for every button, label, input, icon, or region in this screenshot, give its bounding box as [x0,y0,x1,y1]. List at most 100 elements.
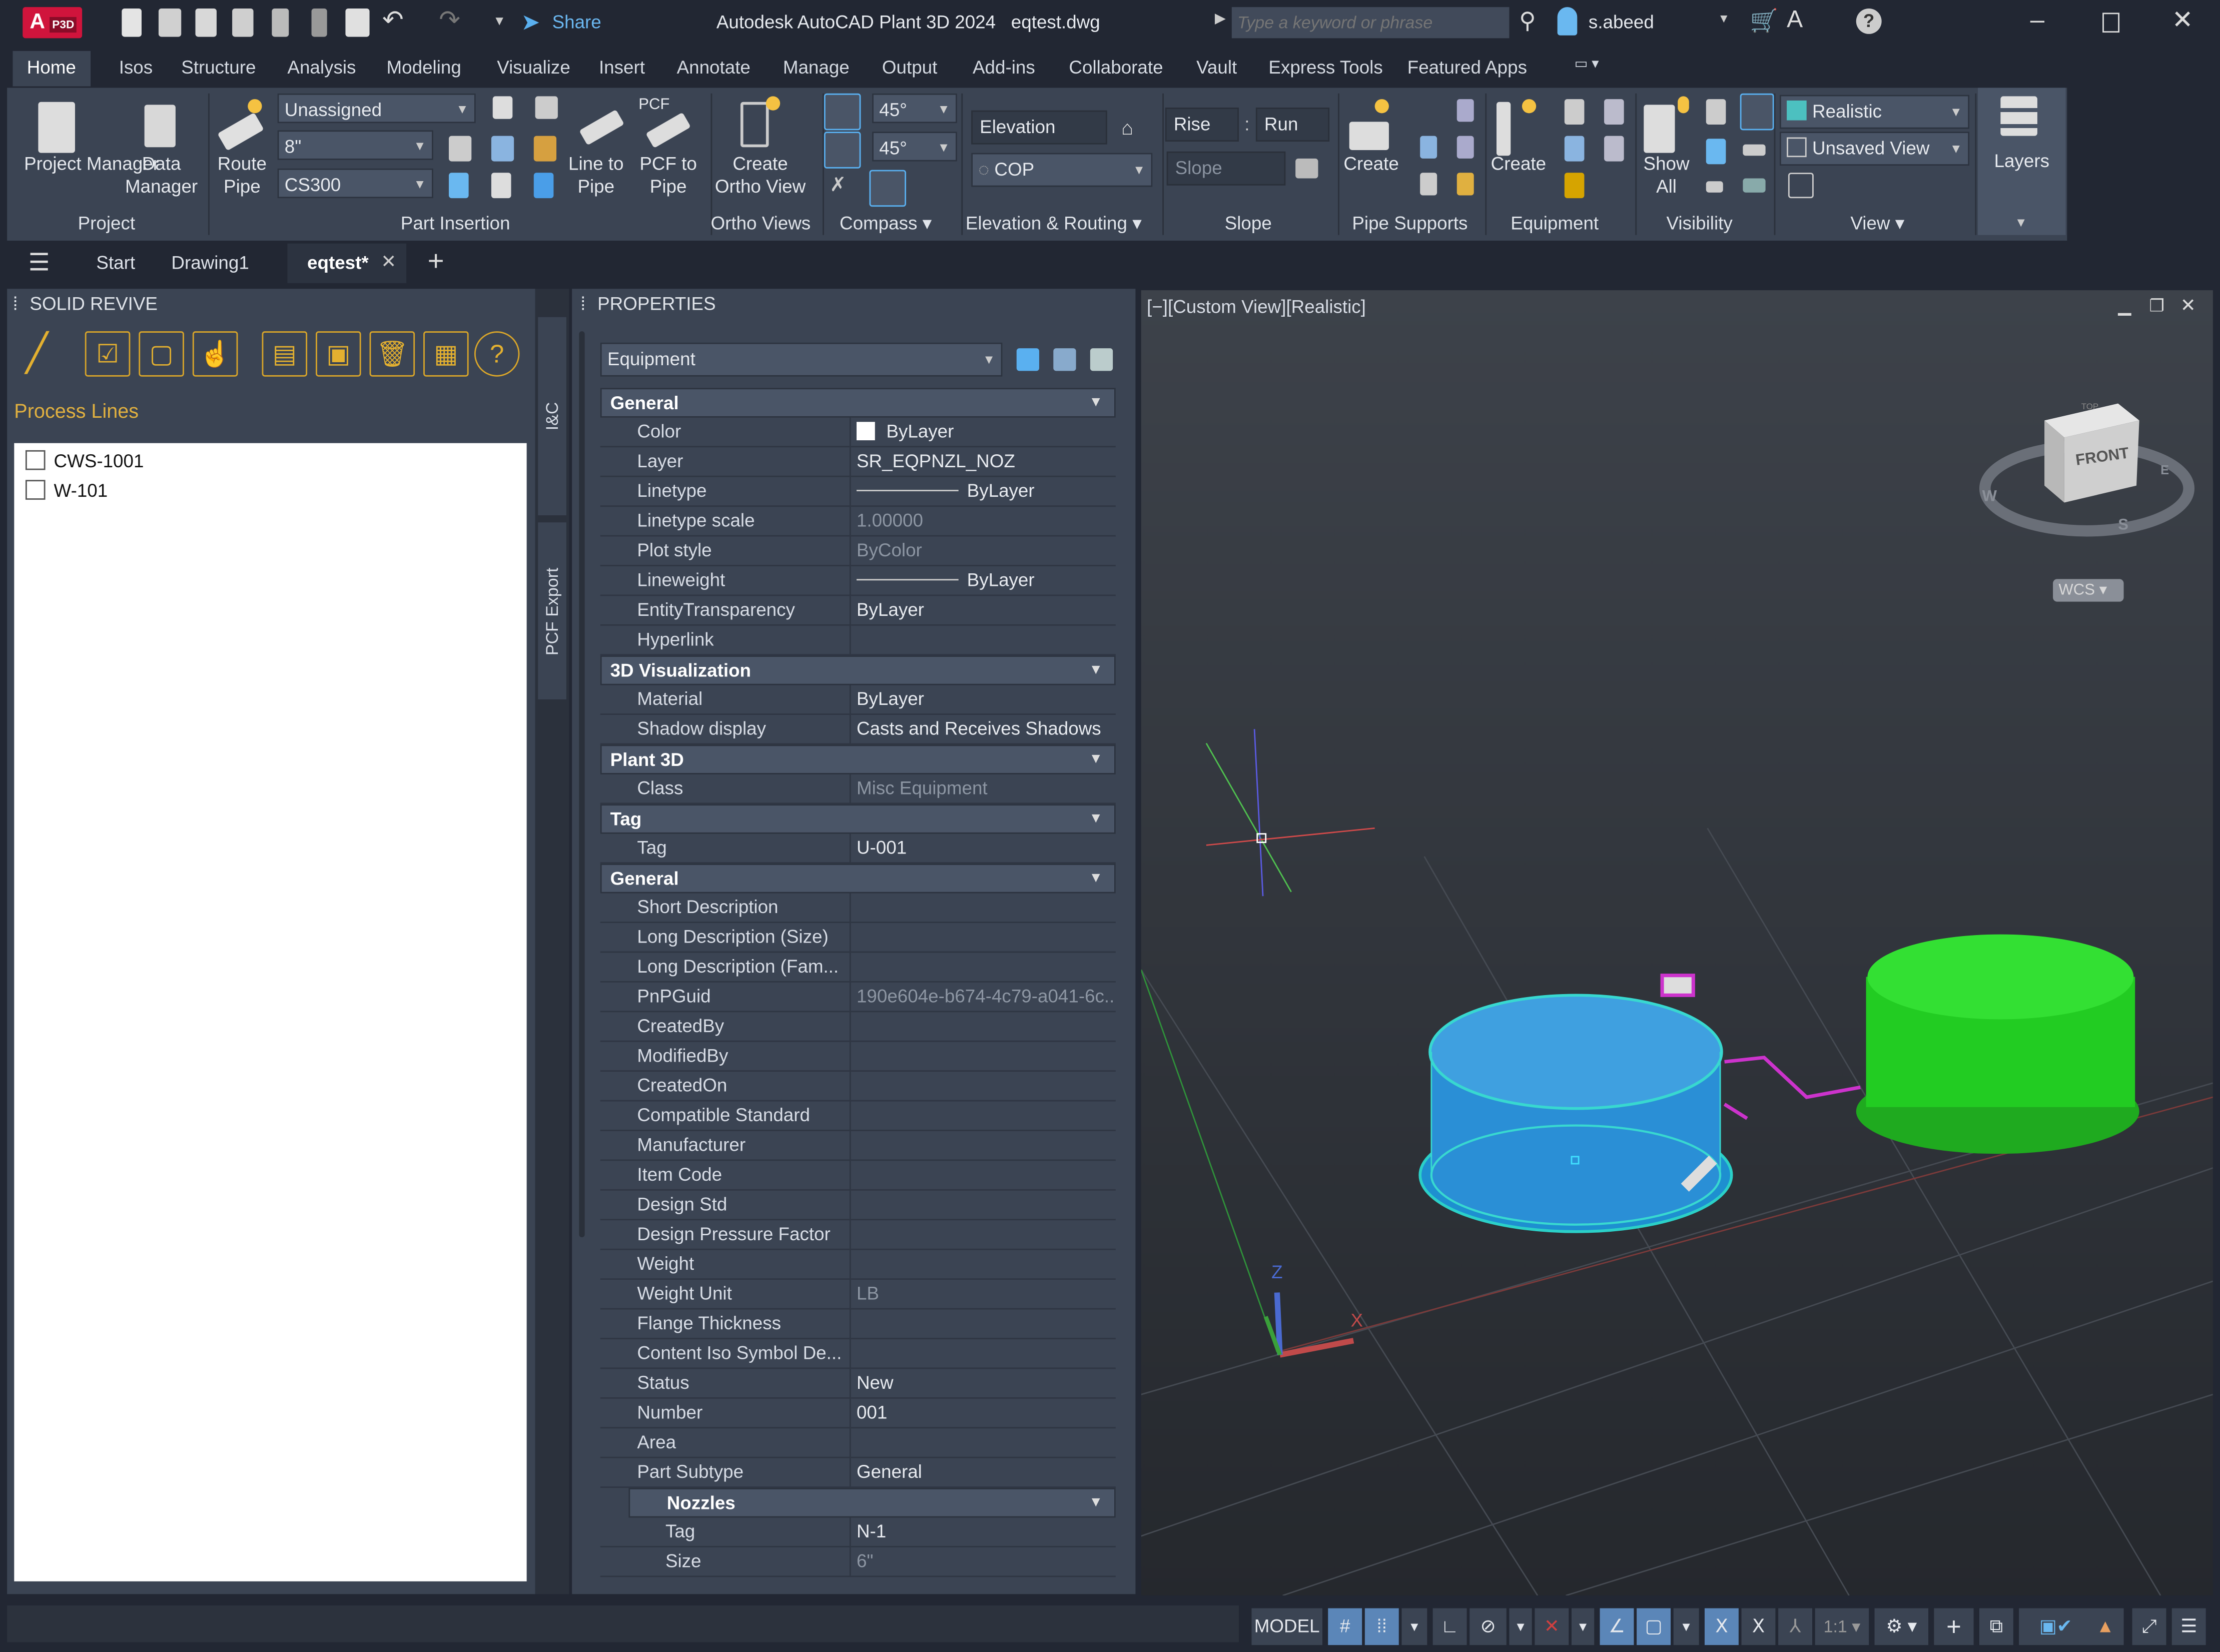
tab-output[interactable]: Output [882,57,937,78]
viewport-config-icon[interactable] [1788,173,1814,199]
property-row[interactable]: Shadow display Casts and Receives Shadows [600,714,1116,745]
customize-qat-icon[interactable]: ▾ [495,12,503,30]
performance-icon[interactable]: ▲ [2086,1608,2124,1645]
select-objects-icon[interactable] [1053,348,1076,371]
property-row[interactable]: Weight Unit LB [600,1280,1116,1310]
create-ortho-view-button[interactable]: Create Ortho View [711,153,810,199]
named-view-dropdown[interactable]: Unsaved View ▼ [1779,132,1970,166]
property-value[interactable] [849,893,1116,922]
property-value[interactable] [849,1072,1116,1100]
compass-toggle-icon[interactable] [824,93,861,131]
open-file-icon[interactable] [158,8,182,37]
property-row[interactable]: Flange Thickness [600,1309,1116,1339]
save-icon[interactable] [195,8,217,37]
equipment-tool-icon[interactable]: ▣ [316,331,361,377]
isodraft-icon[interactable]: ✕ [1535,1608,1569,1645]
property-row[interactable]: Manufacturer [600,1131,1116,1161]
property-row[interactable]: CreatedBy [600,1012,1116,1042]
compass-east[interactable]: E [2160,463,2169,477]
property-value[interactable] [849,1250,1116,1279]
list-item[interactable]: CWS-1001 [25,450,144,471]
draw-line-icon[interactable]: ╱ [14,331,60,377]
polar-dropdown-icon[interactable]: ▼ [1509,1608,1532,1645]
property-row[interactable]: Design Pressure Factor [600,1220,1116,1250]
close-tab-icon[interactable]: ✕ [381,251,396,273]
redo-icon[interactable]: ↷ [439,6,460,35]
help-icon[interactable]: ? [474,331,520,377]
property-category[interactable]: 3D Visualization ▼ [600,655,1116,685]
property-row[interactable]: Part Subtype General [600,1458,1116,1488]
property-value[interactable]: Misc Equipment [849,774,1116,803]
expand-search-icon[interactable]: ▶ [1215,12,1226,27]
property-row[interactable]: Size 6" [600,1547,1116,1577]
line-to-pipe-button[interactable]: Line to Pipe [568,153,624,199]
property-value[interactable]: ByLayer [849,477,1116,506]
down-icon[interactable] [449,173,469,199]
modify-equipment-icon[interactable] [1564,99,1585,125]
unhide-icon[interactable] [1743,144,1766,156]
box-icon[interactable]: ▢ [139,331,184,377]
tag-icon[interactable] [492,96,513,119]
property-value[interactable]: 190e604e-b674-4c79-a041-6c... [849,982,1116,1011]
tab-visualize[interactable]: Visualize [497,57,570,78]
detach-equipment-icon[interactable] [1604,136,1624,162]
property-row[interactable]: Short Description [600,893,1116,923]
bend-icon[interactable] [533,173,554,199]
ribbon-minimize-icon[interactable]: ▭ ▾ [1575,57,1599,72]
tab-eqtest[interactable]: eqtest* ✕ [287,243,407,283]
tab-analysis[interactable]: Analysis [287,57,356,78]
support-tool-icon[interactable] [1420,136,1437,159]
minimize-button[interactable]: – [2030,6,2044,35]
property-value[interactable]: N-1 [849,1517,1116,1546]
tab-collaborate[interactable]: Collaborate [1069,57,1163,78]
property-value[interactable] [849,1131,1116,1160]
property-row[interactable]: Layer SR_EQPNZL_NOZ [600,447,1116,477]
tab-home[interactable]: Home [13,51,91,87]
project-manager-button[interactable]: Project Manager [24,153,159,176]
tab-pcf-export[interactable]: PCF Export [538,522,566,699]
tab-add-ins[interactable]: Add-ins [973,57,1035,78]
data-manager-button[interactable]: Data Manager [123,153,200,199]
rise-input[interactable]: Rise [1165,108,1239,142]
plot-icon[interactable] [345,8,370,37]
save-as-icon[interactable] [232,8,254,37]
property-row[interactable]: ModifiedBy [600,1042,1116,1072]
isolate-icon[interactable] [1706,99,1726,125]
compass-display-icon[interactable] [869,170,907,207]
data-sync-icon[interactable]: ▣✔ [2019,1608,2093,1645]
tab-vault[interactable]: Vault [1196,57,1237,78]
panel-label-compass[interactable]: Compass ▾ [840,212,932,235]
search-icon[interactable]: ⚲ [1519,7,1536,36]
visual-style-dropdown[interactable]: Realistic ▼ [1779,95,1970,129]
property-row[interactable]: Hyperlink [600,625,1116,656]
visibility-tool-icon[interactable] [1743,178,1766,193]
property-row[interactable]: CreatedOn [600,1072,1116,1102]
property-value[interactable] [849,625,1116,654]
cop-dropdown[interactable]: ◌ COP ▼ [971,153,1153,187]
lock-support-icon[interactable] [1456,173,1474,196]
help-icon[interactable]: ? [1856,8,1882,34]
property-category[interactable]: Tag ▼ [600,804,1116,834]
property-value[interactable]: LB [849,1280,1116,1308]
compass-south[interactable]: S [2118,517,2128,534]
property-row[interactable]: Color ByLayer [600,417,1116,448]
property-value[interactable]: ByLayer [849,596,1116,624]
compass-snap-icon[interactable] [824,132,861,169]
percent-slope-icon[interactable] [449,136,472,162]
property-value[interactable] [849,1012,1116,1041]
auto-scale-icon[interactable]: Ⅹ [1741,1608,1776,1645]
property-category[interactable]: General ▼ [600,864,1116,894]
model-space-button[interactable]: MODEL [1251,1608,1322,1645]
command-line[interactable] [7,1605,1239,1642]
property-value[interactable]: 1.00000 [849,507,1116,535]
tab-modeling[interactable]: Modeling [387,57,461,78]
workspace-gear-icon[interactable]: ⚙ ▾ [1874,1608,1929,1645]
snap-icon[interactable]: ⁞⁞ [1364,1608,1399,1645]
autodesk-app-icon[interactable]: A [1787,6,1803,34]
save-web-icon[interactable] [311,8,327,37]
annotation-visibility-icon[interactable]: Ⅹ [1704,1608,1739,1645]
property-value[interactable]: General [849,1458,1116,1487]
list-item[interactable]: W-101 [25,480,108,501]
tab-featured-apps[interactable]: Featured Apps [1407,57,1527,78]
support-tool-icon[interactable] [1420,173,1437,196]
